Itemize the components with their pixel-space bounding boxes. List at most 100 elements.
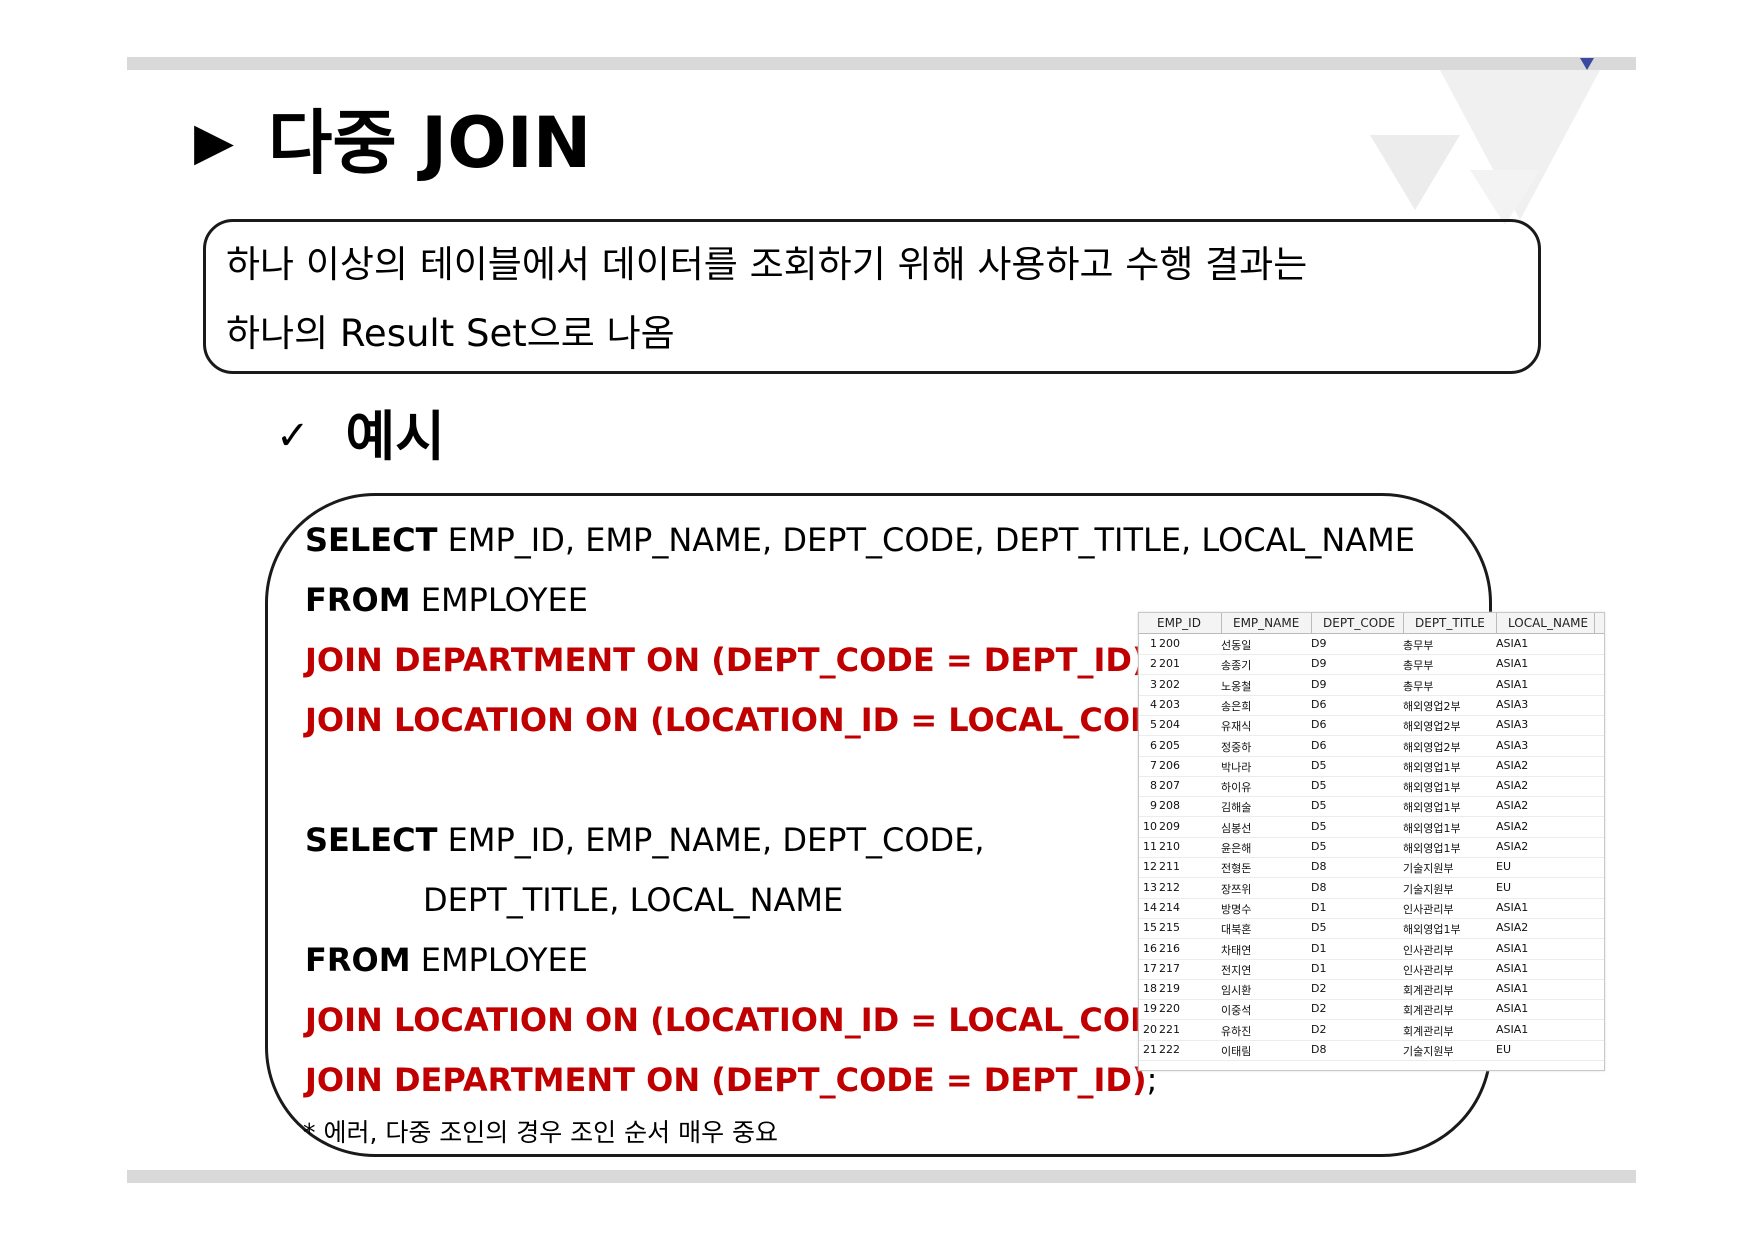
table-row[interactable]: 14 214 방명수 D1 인사관리부 ASIA1 — [1139, 898, 1604, 919]
q2-from-line: FROM EMPLOYEE — [305, 944, 588, 976]
table-row[interactable]: 13 212 장쯔위 D8 기술지원부 EU — [1139, 878, 1604, 899]
q2-from-table: EMPLOYEE — [410, 941, 588, 979]
table-cell: ASIA1 — [1496, 900, 1529, 914]
table-cell: D5 — [1311, 758, 1327, 772]
table-cell: 박나라 — [1221, 760, 1252, 774]
table-cell: 윤은해 — [1221, 842, 1252, 855]
table-cell: 김해술 — [1221, 801, 1252, 815]
row-number: 8 — [1150, 779, 1157, 793]
table-row[interactable]: 1 200 선동일 D9 총무부 ASIA1 — [1139, 634, 1604, 655]
q1-join-location: JOIN LOCATION ON (LOCATION_ID = LOCAL_CO… — [305, 701, 1194, 739]
definition-line-1: 하나 이상의 테이블에서 데이터를 조회하기 위해 사용하고 수행 결과는 — [226, 243, 1308, 286]
table-cell: 유하진 — [1221, 1024, 1252, 1038]
table-cell: 임시환 — [1221, 984, 1252, 998]
table-cell: 212 — [1159, 880, 1180, 894]
table-cell: ASIA2 — [1496, 779, 1529, 793]
column-header[interactable]: DEPT_TITLE — [1415, 616, 1485, 630]
table-cell: D6 — [1311, 697, 1327, 711]
q2-from-keyword: FROM — [305, 941, 411, 979]
table-cell: 유재식 — [1221, 720, 1252, 734]
table-cell: 202 — [1159, 677, 1180, 691]
table-cell: ASIA1 — [1496, 677, 1529, 691]
column-header[interactable]: LOCAL_NAME — [1508, 616, 1588, 630]
table-cell: 해외영업1부 — [1403, 781, 1461, 795]
table-row[interactable]: 9 208 김해술 D5 해외영업1부 ASIA2 — [1139, 796, 1604, 818]
table-cell: D8 — [1311, 1043, 1327, 1056]
table-cell: 방명수 — [1221, 902, 1252, 916]
table-row[interactable]: 19 220 이중석 D2 회계관리부 ASIA1 — [1139, 999, 1604, 1021]
table-row[interactable]: 7 206 박나라 D5 해외영업1부 ASIA2 — [1139, 756, 1604, 777]
page-title: ▶ 다중 JOIN — [194, 108, 591, 178]
table-row[interactable]: 2 201 송종기 D9 총무부 ASIA1 — [1139, 654, 1604, 676]
play-arrow-icon: ▶ — [194, 112, 234, 172]
row-number: 17 — [1143, 961, 1157, 975]
table-row[interactable]: 18 219 임시환 D2 회계관리부 ASIA1 — [1139, 979, 1604, 1001]
warning-note: * 에러, 다중 조인의 경우 조인 순서 매우 중요 — [303, 1118, 779, 1147]
table-cell: 회계관리부 — [1403, 1004, 1454, 1018]
table-cell: 해외영업2부 — [1403, 720, 1461, 734]
table-cell: D2 — [1311, 1022, 1327, 1036]
table-cell: D9 — [1311, 677, 1327, 691]
table-row[interactable]: 6 205 정중하 D6 해외영업2부 ASIA3 — [1139, 736, 1604, 757]
q1-join-location-line: JOIN LOCATION ON (LOCATION_ID = LOCAL_CO… — [305, 704, 1204, 736]
table-row[interactable]: 11 210 윤은해 D5 해외영업1부 ASIA2 — [1139, 837, 1604, 858]
table-cell: ASIA1 — [1496, 1002, 1529, 1016]
table-cell: 전형돈 — [1221, 862, 1252, 876]
table-cell: 총무부 — [1403, 639, 1434, 652]
table-cell: 기술지원부 — [1403, 1045, 1454, 1058]
table-cell: 219 — [1159, 982, 1180, 996]
table-row[interactable]: 4 203 송은희 D6 해외영업2부 ASIA3 — [1139, 695, 1604, 716]
table-cell: 201 — [1159, 657, 1180, 671]
row-number: 2 — [1150, 657, 1157, 671]
table-cell: 차태연 — [1221, 943, 1252, 957]
table-cell: D6 — [1311, 738, 1327, 752]
table-cell: D8 — [1311, 860, 1327, 874]
table-cell: ASIA2 — [1496, 921, 1529, 935]
q1-from-keyword: FROM — [305, 581, 411, 619]
table-cell: ASIA3 — [1496, 718, 1529, 732]
row-number: 9 — [1150, 799, 1157, 813]
table-cell: 이중석 — [1221, 1004, 1252, 1018]
example-label: 예시 — [345, 405, 445, 468]
table-row[interactable]: 8 207 하이유 D5 해외영업1부 ASIA2 — [1139, 776, 1604, 798]
table-row[interactable]: 16 216 차태연 D1 인사관리부 ASIA1 — [1139, 939, 1604, 960]
table-row[interactable]: 12 211 전형돈 D8 기술지원부 EU — [1139, 857, 1604, 879]
column-header[interactable]: DEPT_CODE — [1323, 616, 1395, 630]
table-cell: 인사관리부 — [1403, 943, 1454, 957]
table-cell: D6 — [1311, 718, 1327, 732]
table-row[interactable]: 5 204 유재식 D6 해외영업2부 ASIA3 — [1139, 715, 1604, 737]
table-cell: 인사관리부 — [1403, 902, 1454, 916]
table-cell: 총무부 — [1403, 659, 1434, 673]
table-row[interactable]: 15 215 대북혼 D5 해외영업1부 ASIA2 — [1139, 918, 1604, 940]
table-cell: ASIA1 — [1496, 637, 1529, 650]
table-row[interactable]: 20 221 유하진 D2 회계관리부 ASIA1 — [1139, 1020, 1604, 1041]
table-cell: 해외영업2부 — [1403, 699, 1461, 713]
table-cell: D5 — [1311, 799, 1327, 813]
table-cell: 선동일 — [1221, 639, 1252, 652]
row-number: 14 — [1143, 900, 1157, 914]
table-cell: 217 — [1159, 961, 1180, 975]
table-cell: 해외영업1부 — [1403, 801, 1461, 815]
table-cell: 송은희 — [1221, 699, 1252, 713]
table-cell: 회계관리부 — [1403, 1024, 1454, 1038]
table-row[interactable]: 10 209 심봉선 D5 해외영업1부 ASIA2 — [1139, 817, 1604, 838]
table-row[interactable]: 3 202 노옹철 D9 총무부 ASIA1 — [1139, 675, 1604, 696]
table-row[interactable]: 21 222 이태림 D8 기술지원부 EU — [1139, 1040, 1604, 1061]
result-grid[interactable]: EMP_ID EMP_NAME DEPT_CODE DEPT_TITLE LOC… — [1138, 612, 1605, 1071]
column-header[interactable]: EMP_ID — [1157, 616, 1201, 630]
table-cell: 215 — [1159, 921, 1180, 935]
row-number: 1 — [1150, 637, 1157, 650]
row-number: 16 — [1143, 941, 1157, 955]
table-cell: 기술지원부 — [1403, 882, 1454, 896]
row-number: 19 — [1143, 1002, 1157, 1016]
table-cell: 209 — [1159, 819, 1180, 833]
table-cell: 해외영업1부 — [1403, 760, 1461, 774]
table-cell: D9 — [1311, 637, 1327, 650]
table-row[interactable]: 17 217 전지연 D1 인사관리부 ASIA1 — [1139, 959, 1604, 980]
q1-join-department: JOIN DEPARTMENT ON (DEPT_CODE = DEPT_ID) — [305, 641, 1147, 679]
table-cell: D1 — [1311, 900, 1327, 914]
table-cell: ASIA2 — [1496, 840, 1529, 853]
q2-select-line: SELECT EMP_ID, EMP_NAME, DEPT_CODE, — [305, 824, 985, 856]
column-header[interactable]: EMP_NAME — [1233, 616, 1299, 630]
q2-select-columns-2: DEPT_TITLE, LOCAL_NAME — [423, 881, 844, 919]
